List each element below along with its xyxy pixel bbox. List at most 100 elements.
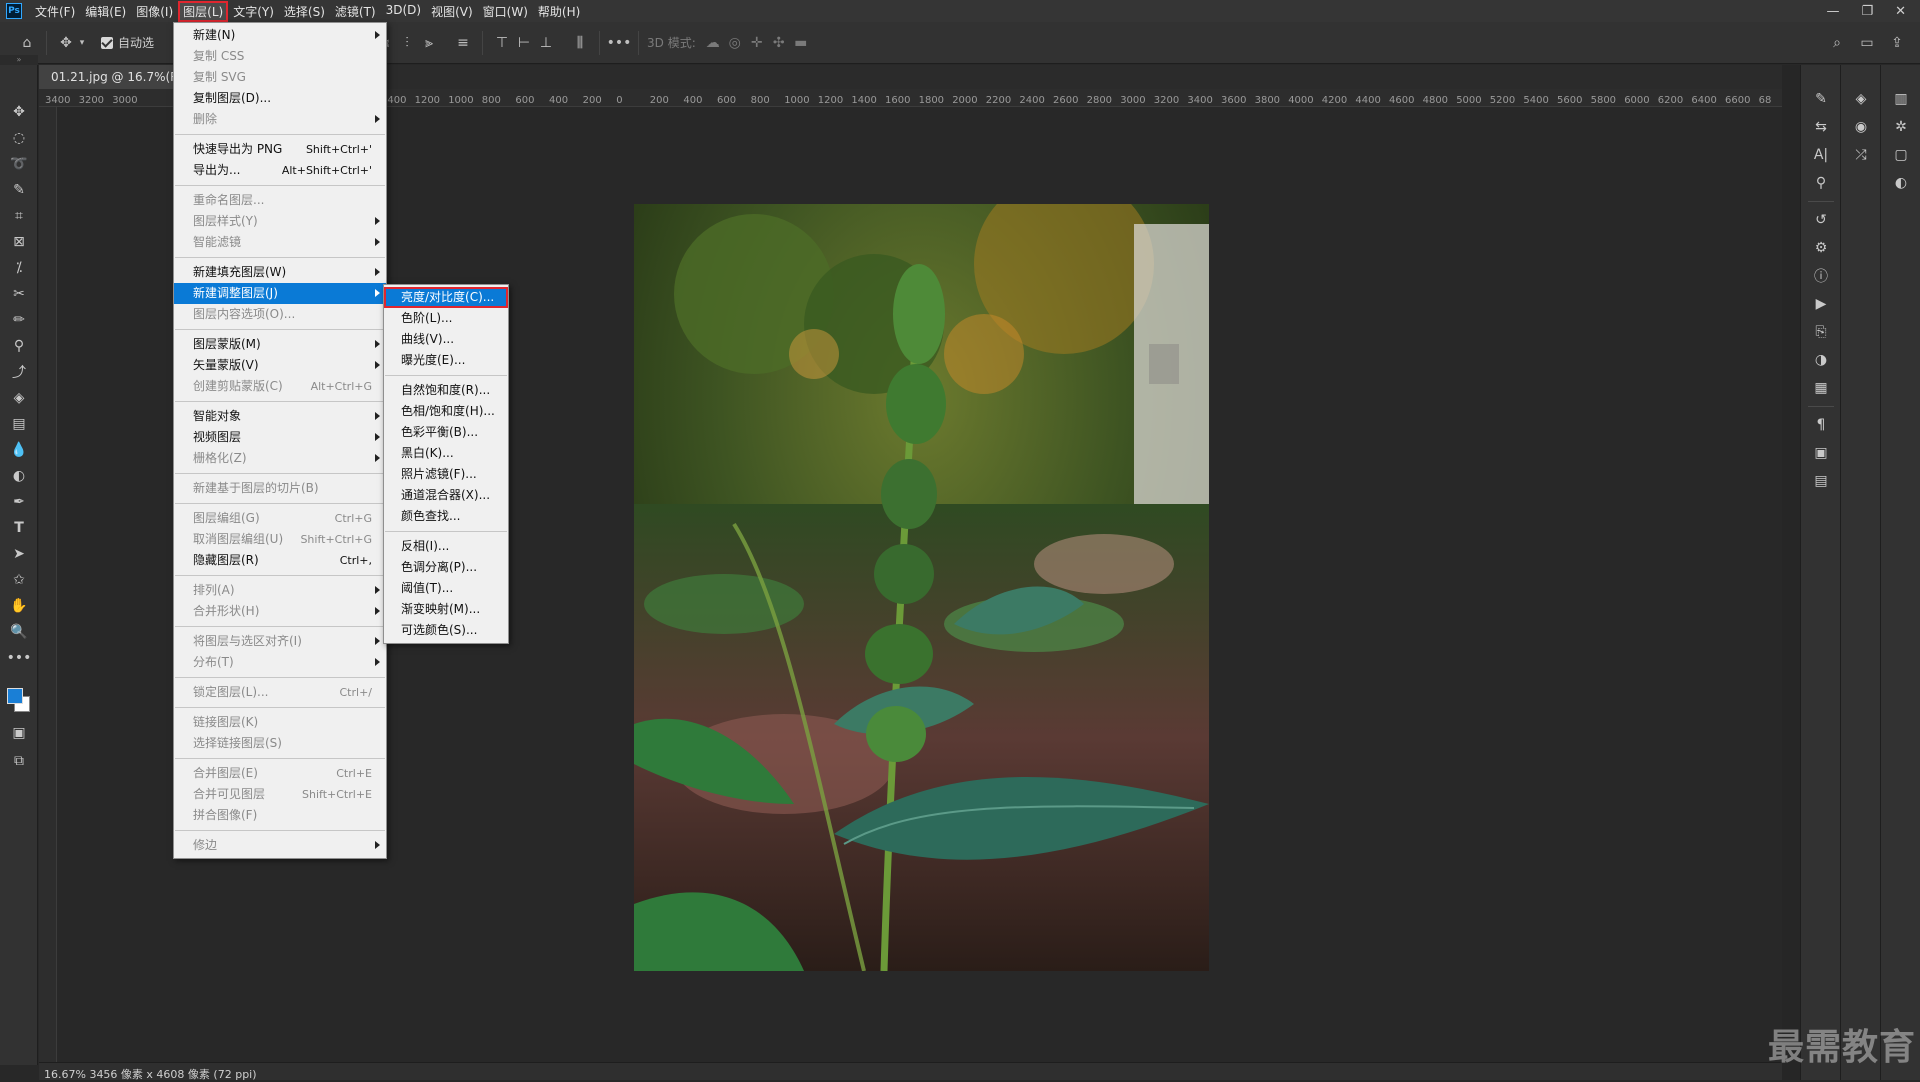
quick-mask-icon[interactable]: ▣ <box>0 720 38 746</box>
channels-icon[interactable]: ◉ <box>1841 113 1881 141</box>
toolbar-collapse-icon[interactable]: » <box>0 55 38 65</box>
libraries-icon[interactable]: ▢ <box>1881 141 1920 169</box>
layer-menu-item[interactable]: 矢量蒙版(V) <box>174 355 386 376</box>
auto-select-option[interactable]: 自动选 <box>101 34 154 51</box>
lasso-tool-icon[interactable]: ➰ <box>0 151 38 177</box>
hand-tool-icon[interactable]: ✋ <box>0 593 38 619</box>
eyedropper-tool-icon[interactable]: ⁒ <box>0 255 38 281</box>
history-icon[interactable]: ↺ <box>1801 206 1841 234</box>
screen-mode-icon[interactable]: ⧉ <box>0 748 38 774</box>
paths-icon[interactable]: ⤮ <box>1841 141 1881 169</box>
zoom-tool-icon[interactable]: 🔍 <box>0 619 38 645</box>
layer-menu-item[interactable]: 新建填充图层(W) <box>174 262 386 283</box>
table-icon[interactable]: ▦ <box>1801 374 1841 402</box>
layer-menu-item[interactable]: 导出为... Alt+Shift+Ctrl+' <box>174 160 386 181</box>
menu-7[interactable]: 3D(D) <box>381 1 426 22</box>
type-tool-icon[interactable]: T <box>0 515 38 541</box>
eraser-tool-icon[interactable]: ◈ <box>0 385 38 411</box>
color-icon[interactable]: ◐ <box>1881 169 1920 197</box>
roll-3d-icon[interactable]: ◎ <box>724 32 746 54</box>
auto-select-checkbox[interactable] <box>101 36 113 49</box>
adjustment-item[interactable]: 色彩平衡(B)... <box>384 422 508 443</box>
align-top-icon[interactable]: ⊤ <box>491 32 513 54</box>
menu-9[interactable]: 窗口(W) <box>478 1 533 22</box>
menu-5[interactable]: 选择(S) <box>279 1 330 22</box>
menu-3[interactable]: 图层(L) <box>178 0 229 22</box>
info-icon[interactable]: ⓘ <box>1801 262 1841 290</box>
document-image[interactable] <box>634 204 1209 971</box>
brush-tool-icon[interactable]: ✏ <box>0 307 38 333</box>
adjustment-item[interactable]: 照片滤镜(F)... <box>384 464 508 485</box>
orbit-3d-icon[interactable]: ☁ <box>702 32 724 54</box>
character-icon[interactable]: A| <box>1801 141 1841 169</box>
home-icon[interactable]: ⌂ <box>16 32 38 54</box>
stamp-tool-icon[interactable]: ⚲ <box>0 333 38 359</box>
3d-icon[interactable]: ◑ <box>1801 346 1841 374</box>
workspace-icon[interactable]: ▭ <box>1856 32 1878 54</box>
menu-2[interactable]: 图像(I) <box>131 1 178 22</box>
brush-settings-icon[interactable]: ✎ <box>1801 85 1841 113</box>
blur-tool-icon[interactable]: 💧 <box>0 437 38 463</box>
histogram-icon[interactable]: ▥ <box>1881 85 1920 113</box>
chevron-down-icon[interactable]: ▾ <box>77 32 87 54</box>
adjustment-item[interactable]: 渐变映射(M)... <box>384 599 508 620</box>
adjustment-item[interactable]: 亮度/对比度(C)... <box>384 287 508 308</box>
crop-tool-icon[interactable]: ⌗ <box>0 203 38 229</box>
move-tool-icon[interactable]: ✥ <box>55 32 77 54</box>
minimize-button[interactable]: — <box>1826 4 1839 19</box>
glyphs-icon[interactable]: ▣ <box>1801 439 1841 467</box>
layer-menu-item[interactable]: 智能对象 <box>174 406 386 427</box>
align-center-icon[interactable]: ⫶ <box>396 32 418 54</box>
align-middle-icon[interactable]: ⊢ <box>513 32 535 54</box>
adjustment-item[interactable]: 曲线(V)... <box>384 329 508 350</box>
adjustment-item[interactable]: 通道混合器(X)... <box>384 485 508 506</box>
scale-3d-icon[interactable]: ▬ <box>790 32 812 54</box>
layer-menu-item[interactable]: 新建(N) <box>174 25 386 46</box>
slide-3d-icon[interactable]: ✣ <box>768 32 790 54</box>
pen-tool-icon[interactable]: ✒ <box>0 489 38 515</box>
adjustment-item[interactable]: 颜色查找... <box>384 506 508 527</box>
adjustment-item[interactable]: 阈值(T)... <box>384 578 508 599</box>
adjustment-item[interactable]: 曝光度(E)... <box>384 350 508 371</box>
menu-1[interactable]: 编辑(E) <box>80 1 131 22</box>
notes-icon[interactable]: ▤ <box>1801 467 1841 495</box>
document-tab[interactable]: 01.21.jpg @ 16.7%(RGB/8) <box>39 65 179 89</box>
close-button[interactable]: ✕ <box>1895 4 1906 19</box>
search-icon[interactable]: ⌕ <box>1826 32 1848 54</box>
layer-menu-item[interactable]: 复制图层(D)... <box>174 88 386 109</box>
pan-3d-icon[interactable]: ✛ <box>746 32 768 54</box>
menu-8[interactable]: 视图(V) <box>426 1 478 22</box>
menu-4[interactable]: 文字(Y) <box>228 1 279 22</box>
adjustment-item[interactable]: 色相/饱和度(H)... <box>384 401 508 422</box>
gradient-tool-icon[interactable]: ▤ <box>0 411 38 437</box>
healing-tool-icon[interactable]: ✂ <box>0 281 38 307</box>
align-bottom-icon[interactable]: ⊥ <box>535 32 557 54</box>
adjustment-item[interactable]: 自然饱和度(R)... <box>384 380 508 401</box>
restore-button[interactable]: ❐ <box>1861 4 1873 19</box>
path-select-tool-icon[interactable]: ➤ <box>0 541 38 567</box>
paragraph-icon[interactable]: ¶ <box>1801 411 1841 439</box>
adjustment-item[interactable]: 可选颜色(S)... <box>384 620 508 641</box>
more-options-button[interactable]: ••• <box>607 32 632 54</box>
dodge-tool-icon[interactable]: ◐ <box>0 463 38 489</box>
menu-10[interactable]: 帮助(H) <box>533 1 585 22</box>
shape-tool-icon[interactable]: ✩ <box>0 567 38 593</box>
clone-source-icon[interactable]: ⚲ <box>1801 169 1841 197</box>
layer-menu-item[interactable]: 隐藏图层(R) Ctrl+, <box>174 550 386 571</box>
share-icon[interactable]: ⇪ <box>1886 32 1908 54</box>
menu-6[interactable]: 滤镜(T) <box>330 1 381 22</box>
layers-icon[interactable]: ◈ <box>1841 85 1881 113</box>
layer-menu-item[interactable]: 视频图层 <box>174 427 386 448</box>
properties-icon[interactable]: ⚙ <box>1801 234 1841 262</box>
actions-icon[interactable]: ▶ <box>1801 290 1841 318</box>
layer-menu-item[interactable]: 新建调整图层(J) <box>174 283 386 304</box>
adjustment-item[interactable]: 黑白(K)... <box>384 443 508 464</box>
quick-select-tool-icon[interactable]: ✎ <box>0 177 38 203</box>
move-tool-icon[interactable]: ✥ <box>0 99 38 125</box>
layer-menu-item[interactable]: 快速导出为 PNG Shift+Ctrl+' <box>174 139 386 160</box>
history-brush-tool-icon[interactable]: ⤴ <box>0 359 38 385</box>
marquee-tool-icon[interactable]: ◌ <box>0 125 38 151</box>
align-right-icon[interactable]: ⫸ <box>418 32 440 54</box>
adjustment-item[interactable]: 反相(I)... <box>384 536 508 557</box>
menu-0[interactable]: 文件(F) <box>30 1 80 22</box>
